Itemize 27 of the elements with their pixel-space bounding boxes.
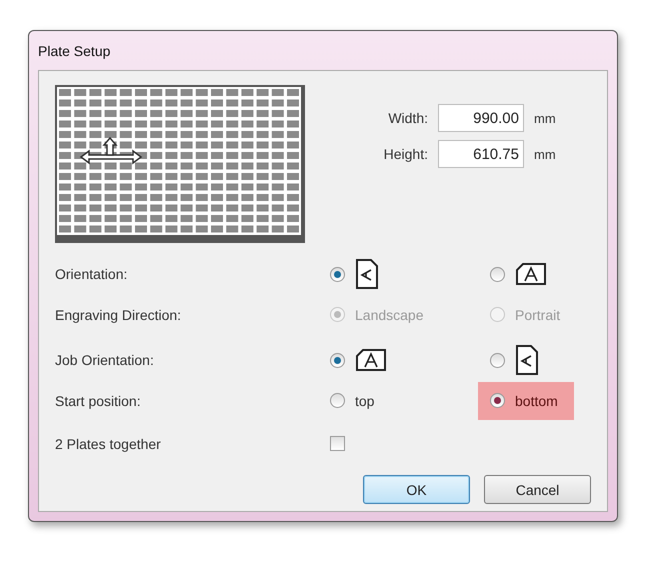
- landscape-page-icon: [355, 348, 387, 372]
- portrait-page-icon: [515, 344, 539, 376]
- radio-button[interactable]: [330, 352, 345, 368]
- unit-label: mm: [534, 146, 556, 162]
- unit-label: mm: [534, 110, 556, 126]
- radio-button[interactable]: [490, 393, 505, 408]
- option-label: 2 Plates together: [55, 436, 162, 452]
- cancel-button[interactable]: Cancel: [484, 475, 591, 504]
- radio-button[interactable]: [330, 266, 345, 282]
- landscape-page-icon: [515, 262, 547, 286]
- radio-button[interactable]: [490, 352, 505, 368]
- option-label: Engraving Direction:: [55, 306, 182, 322]
- option-label: Orientation:: [55, 266, 128, 282]
- option-label: Job Orientation:: [55, 352, 155, 368]
- input-field[interactable]: 990.00: [438, 104, 524, 132]
- checkbox[interactable]: [330, 436, 345, 451]
- field-label: Width:: [387, 110, 428, 126]
- radio-label[interactable]: bottom: [515, 392, 558, 408]
- portrait-page-icon: [355, 258, 379, 290]
- radio-button[interactable]: [490, 266, 505, 282]
- ok-button[interactable]: OK: [363, 475, 470, 504]
- field-label: Height:: [382, 146, 428, 162]
- radio-label[interactable]: top: [355, 392, 374, 408]
- input-field[interactable]: 610.75: [438, 140, 524, 168]
- option-label: Start position:: [55, 392, 142, 408]
- window-title: Plate Setup: [38, 42, 110, 58]
- radio-button[interactable]: [330, 393, 345, 408]
